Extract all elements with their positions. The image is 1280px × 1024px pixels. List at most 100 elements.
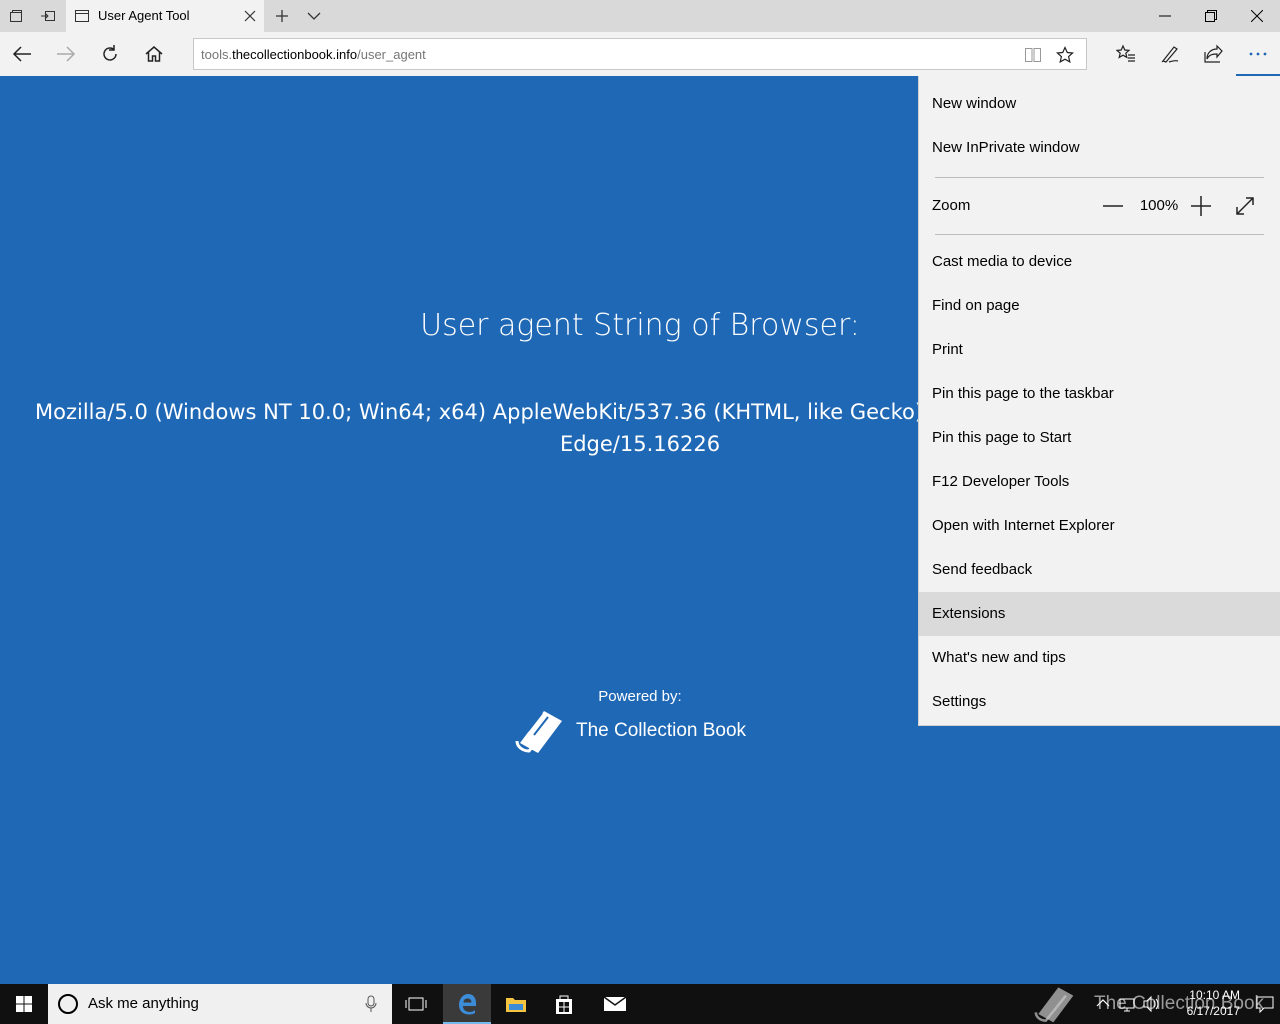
search-placeholder: Ask me anything — [88, 995, 199, 1012]
more-button[interactable] — [1242, 38, 1274, 70]
folder-icon — [506, 998, 526, 1012]
refresh-icon — [103, 45, 117, 61]
web-note-button[interactable] — [1154, 38, 1186, 70]
minimize-button[interactable] — [1142, 0, 1188, 32]
mail-icon — [603, 996, 627, 1011]
zoom-row: Zoom 100% — [919, 184, 1280, 228]
menu-item-print[interactable]: Print — [919, 328, 1280, 372]
task-view-icon — [405, 997, 427, 1011]
volume-icon[interactable] — [1142, 995, 1160, 1024]
menu-item-label: Find on page — [932, 297, 1020, 314]
clock-time: 10:10 AM — [1189, 988, 1240, 1002]
network-icon[interactable] — [1118, 995, 1136, 1024]
tab-user-agent-tool[interactable]: User Agent Tool — [66, 0, 264, 32]
hub-icon — [1116, 44, 1135, 62]
tab-title: User Agent Tool — [98, 8, 190, 23]
zoom-label: Zoom — [932, 197, 971, 214]
menu-item-whats-new[interactable]: What's new and tips — [919, 636, 1280, 680]
back-button[interactable] — [6, 38, 38, 70]
share-icon — [1204, 44, 1223, 63]
menu-item-label: Print — [932, 341, 963, 358]
url-text: tools.thecollectionbook.info/user_agent — [201, 47, 426, 62]
menu-item-label: Open with Internet Explorer — [932, 517, 1115, 534]
zoom-out-button[interactable] — [1099, 192, 1127, 220]
mail-button[interactable] — [590, 984, 638, 1024]
new-tab-icon[interactable] — [274, 8, 290, 24]
share-button[interactable] — [1198, 38, 1230, 70]
menu-item-label: Settings — [932, 693, 987, 710]
zoom-in-button[interactable] — [1187, 192, 1215, 220]
file-explorer-button[interactable] — [492, 984, 540, 1024]
action-center-icon[interactable] — [1256, 995, 1274, 1018]
menu-item-label: Cast media to device — [932, 253, 1073, 270]
menu-item-send-feedback[interactable]: Send feedback — [919, 548, 1280, 592]
title-bar: User Agent Tool — [0, 0, 1280, 32]
close-tab-icon[interactable] — [242, 8, 258, 24]
brand-name: The Collection Book — [576, 720, 747, 741]
menu-item-find-on-page[interactable]: Find on page — [919, 284, 1280, 328]
menu-item-label: Extensions — [932, 605, 1006, 622]
zoom-value: 100% — [1139, 197, 1179, 214]
address-bar[interactable]: tools.thecollectionbook.info/user_agent — [193, 38, 1087, 70]
navigation-bar: tools.thecollectionbook.info/user_agent — [0, 32, 1280, 76]
back-icon — [12, 46, 31, 62]
page-icon — [74, 8, 90, 24]
menu-item-settings[interactable]: Settings — [919, 680, 1280, 724]
system-clock[interactable]: 10:10 AM 6/17/2017 — [1160, 987, 1240, 1019]
full-screen-icon — [1236, 197, 1254, 215]
windows-logo-icon — [16, 996, 32, 1012]
restore-icon — [1205, 10, 1217, 22]
set-aside-tabs-icon[interactable] — [40, 8, 56, 24]
menu-item-cast-media[interactable]: Cast media to device — [919, 240, 1280, 284]
menu-item-label: Send feedback — [932, 561, 1033, 578]
book-logo-watermark-icon — [1034, 987, 1074, 1023]
menu-item-developer-tools[interactable]: F12 Developer Tools — [919, 460, 1280, 504]
menu-item-pin-start[interactable]: Pin this page to Start — [919, 416, 1280, 460]
menu-item-open-ie[interactable]: Open with Internet Explorer — [919, 504, 1280, 548]
store-bag-icon — [556, 995, 572, 1014]
taskbar-edge-button[interactable] — [443, 984, 491, 1024]
menu-item-label: Pin this page to Start — [932, 429, 1072, 446]
reading-view-icon[interactable] — [1024, 46, 1042, 64]
clock-date: 6/17/2017 — [1186, 1004, 1240, 1018]
settings-menu: New window New InPrivate window Zoom 100… — [918, 76, 1280, 726]
chevron-down-icon[interactable] — [306, 8, 322, 24]
menu-item-pin-taskbar[interactable]: Pin this page to the taskbar — [919, 372, 1280, 416]
store-button[interactable] — [540, 984, 588, 1024]
book-logo-icon — [515, 711, 562, 753]
cortana-search-box[interactable]: Ask me anything — [48, 984, 392, 1024]
menu-divider — [935, 177, 1264, 178]
menu-item-label: What's new and tips — [932, 649, 1066, 666]
menu-item-extensions[interactable]: Extensions — [919, 592, 1280, 636]
forward-button[interactable] — [50, 38, 82, 70]
task-view-button[interactable] — [392, 984, 440, 1024]
minus-icon — [1103, 205, 1123, 207]
menu-item-new-inprivate-window[interactable]: New InPrivate window — [919, 126, 1280, 170]
favorite-star-icon[interactable] — [1055, 46, 1075, 64]
forward-icon — [57, 46, 76, 62]
minimize-icon — [1159, 15, 1171, 17]
more-icon — [1249, 52, 1267, 56]
hub-button[interactable] — [1110, 38, 1142, 70]
start-button[interactable] — [0, 984, 48, 1024]
cortana-icon — [58, 994, 78, 1014]
menu-item-label: New window — [932, 95, 1017, 112]
restore-button[interactable] — [1188, 0, 1234, 32]
menu-item-label: Pin this page to the taskbar — [932, 385, 1114, 402]
show-hidden-icons-chevron-icon[interactable] — [1096, 995, 1110, 1024]
menu-item-label: New InPrivate window — [932, 139, 1080, 156]
tab-list-icon[interactable] — [8, 8, 24, 24]
menu-item-new-window[interactable]: New window — [919, 82, 1280, 126]
web-note-icon — [1161, 46, 1179, 63]
close-icon — [1251, 10, 1263, 22]
full-screen-button[interactable] — [1231, 192, 1259, 220]
refresh-button[interactable] — [94, 38, 126, 70]
microphone-icon[interactable] — [364, 995, 378, 1018]
close-window-button[interactable] — [1234, 0, 1280, 32]
home-button[interactable] — [138, 38, 170, 70]
menu-divider — [935, 234, 1264, 235]
brand-link[interactable]: The Collection Book — [514, 706, 746, 756]
menu-item-label: F12 Developer Tools — [932, 473, 1070, 490]
edge-browser-icon — [459, 994, 476, 1015]
home-icon — [145, 46, 163, 62]
